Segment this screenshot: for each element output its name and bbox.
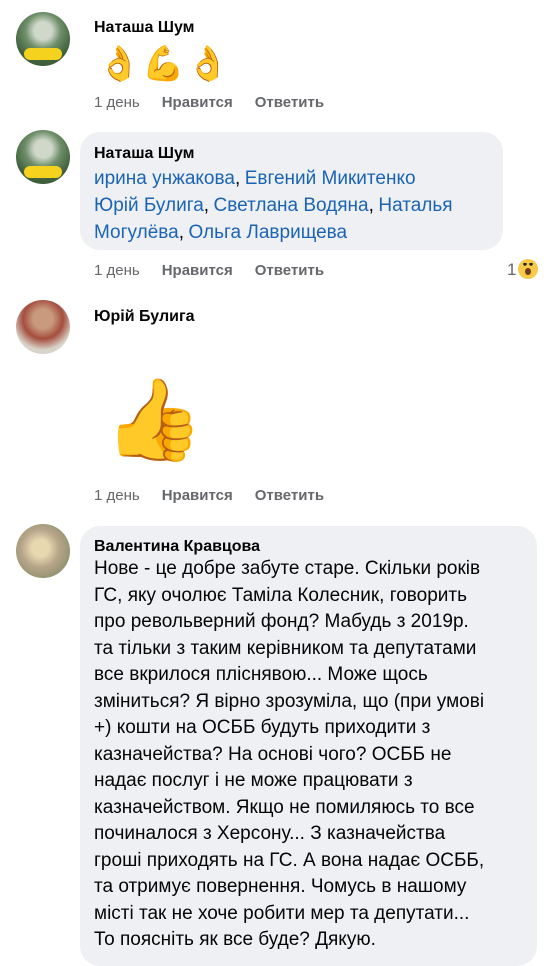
comment-line: зміниться? Я вірно зрозуміла, що (при ум… <box>94 690 485 712</box>
comment-line: все вкрилося пліснявою... Може щось <box>94 664 428 685</box>
reply-button[interactable]: Ответить <box>255 94 324 111</box>
mention-link[interactable]: Светлана Водяна <box>214 195 369 216</box>
mention-list: ирина унжакова, Евгений Микитенко Юрій Б… <box>94 166 494 247</box>
like-button[interactable]: Нравится <box>162 94 233 111</box>
sticker[interactable]: 👍 <box>104 372 204 468</box>
comment-line: та отримує повернення. Чомусь в нашому <box>94 876 467 897</box>
reply-button[interactable]: Ответить <box>255 487 324 504</box>
mention-separator: , <box>368 195 374 216</box>
comment-actions: 1 день Нравится Ответить <box>94 262 346 279</box>
mention-link[interactable]: Ольга Лаврищева <box>188 222 347 243</box>
comment-line: То поясніть як все буде? Дякую. <box>94 929 376 950</box>
comment-line: Нове - це добре забуте старе. Скільки ро… <box>94 558 481 579</box>
mention-link[interactable]: Евгений Микитенко <box>245 168 416 189</box>
mention-separator: , <box>234 168 241 189</box>
comment-time[interactable]: 1 день <box>94 94 140 111</box>
comment-author[interactable]: Валентина Кравцова <box>94 538 260 556</box>
comment-author[interactable]: Наташа Шум <box>94 19 194 37</box>
reaction-summary[interactable]: 1 <box>507 259 539 280</box>
comment-line: місті так не хоче робити мер та депутати… <box>94 902 470 924</box>
mention-separator: , <box>178 222 185 243</box>
avatar[interactable] <box>16 130 70 184</box>
comment-author[interactable]: Наташа Шум <box>94 145 194 163</box>
comment-time[interactable]: 1 день <box>94 487 140 504</box>
comment-line: +) кошти на ОСББ будуть приходити з <box>94 717 431 738</box>
comment-line: казначейством. Якщо не помиляюсь то все <box>94 796 475 818</box>
mention-link[interactable]: Юрій Булига <box>94 195 204 216</box>
comment-line: та тільки з таким керівником та депутата… <box>94 637 477 659</box>
comment-line: надає послуг і не може працювати з <box>94 770 413 791</box>
comment-line: казначейства? На основі чого? ОСББ не <box>94 743 452 765</box>
comment-line: ГС, яку очолює Таміла Колесник, говорить <box>94 584 468 606</box>
comment-line: починалося з Херсону... З казначейства <box>94 823 446 844</box>
comment-time[interactable]: 1 день <box>94 262 140 279</box>
reaction-count: 1 <box>507 260 517 279</box>
emoji-reaction-text: 👌💪👌 <box>98 45 232 83</box>
comment-line: гроші приходять на ГС. А вона надає ОСББ… <box>94 849 485 871</box>
comment-actions: 1 день Нравится Ответить <box>94 94 346 111</box>
comment-actions: 1 день Нравится Ответить <box>94 487 346 504</box>
like-button[interactable]: Нравится <box>162 487 233 504</box>
like-button[interactable]: Нравится <box>162 262 233 279</box>
mention-link[interactable]: ирина унжакова <box>94 168 235 189</box>
reply-button[interactable]: Ответить <box>255 262 324 279</box>
avatar[interactable] <box>16 524 70 578</box>
comment-line: про револьверний фонд? Мабудь з 2019р. <box>94 611 469 632</box>
comment-text: Нове - це добре забуте старе. Скільки ро… <box>94 556 534 954</box>
wow-icon <box>518 259 539 279</box>
mention-separator: , <box>203 195 210 216</box>
avatar[interactable] <box>16 300 70 354</box>
avatar[interactable] <box>16 12 70 66</box>
comment-author[interactable]: Юрій Булига <box>94 308 195 326</box>
